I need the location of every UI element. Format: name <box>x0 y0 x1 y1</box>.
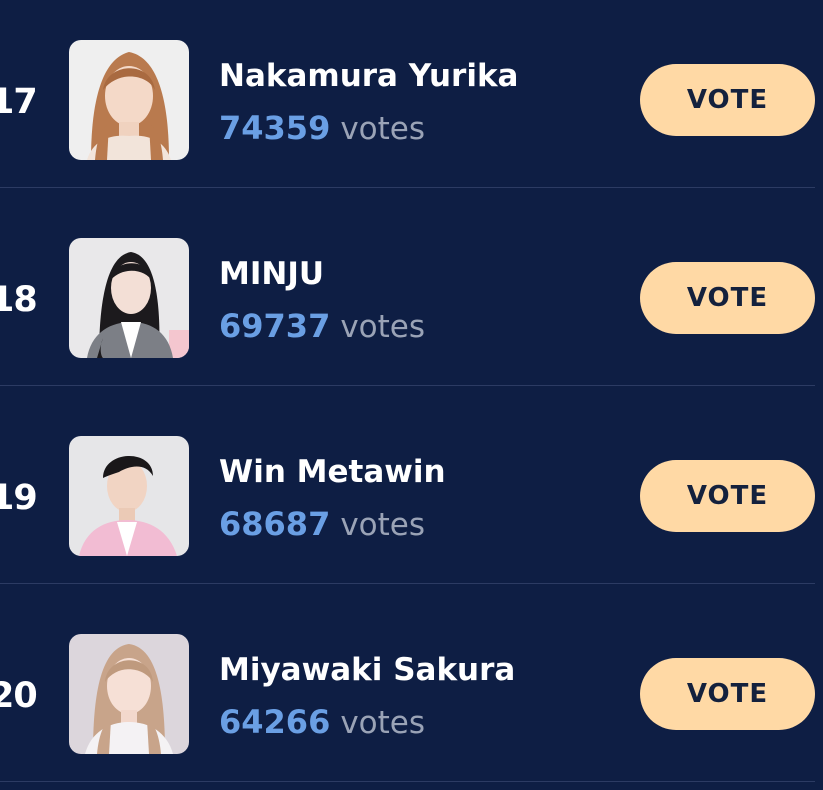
avatar-photo <box>69 40 189 160</box>
vote-stats: 69737 votes <box>219 306 425 352</box>
rank-number: 18 <box>0 280 38 320</box>
ranking-row: 20 Miyawaki Sakura 64266 votes VOTE <box>0 594 823 790</box>
votes-label: votes <box>340 705 426 741</box>
vote-count: 68687 <box>219 505 331 543</box>
avatar-photo <box>69 436 189 556</box>
ranking-row: 19 Win Metawin 68687 votes VOTE <box>0 396 823 594</box>
vote-count: 64266 <box>219 703 331 741</box>
vote-button[interactable]: VOTE <box>640 64 815 136</box>
ranking-list: 17 Nakamura Yurika 74359 votes VOTE 18 M… <box>0 0 823 790</box>
vote-stats: 64266 votes <box>219 702 425 748</box>
vote-stats: 68687 votes <box>219 504 425 550</box>
rank-number: 17 <box>0 82 38 122</box>
vote-button[interactable]: VOTE <box>640 658 815 730</box>
divider <box>0 781 815 782</box>
vote-count: 74359 <box>219 109 331 147</box>
votes-label: votes <box>340 309 426 345</box>
divider <box>0 385 815 386</box>
rank-number: 20 <box>0 676 38 716</box>
avatar[interactable] <box>69 634 189 754</box>
avatar[interactable] <box>69 436 189 556</box>
divider <box>0 187 815 188</box>
vote-button[interactable]: VOTE <box>640 460 815 532</box>
contestant-name: Miyawaki Sakura <box>219 652 516 688</box>
vote-stats: 74359 votes <box>219 108 425 154</box>
contestant-name: Nakamura Yurika <box>219 58 519 94</box>
avatar[interactable] <box>69 238 189 358</box>
vote-count: 69737 <box>219 307 331 345</box>
contestant-name: MINJU <box>219 256 325 292</box>
ranking-row: 17 Nakamura Yurika 74359 votes VOTE <box>0 0 823 198</box>
avatar[interactable] <box>69 40 189 160</box>
avatar-photo <box>69 634 189 754</box>
vote-button[interactable]: VOTE <box>640 262 815 334</box>
votes-label: votes <box>340 507 426 543</box>
contestant-name: Win Metawin <box>219 454 446 490</box>
avatar-photo <box>69 238 189 358</box>
votes-label: votes <box>340 111 426 147</box>
rank-number: 19 <box>0 478 38 518</box>
divider <box>0 583 815 584</box>
ranking-row: 18 MINJU 69737 votes VOTE <box>0 198 823 396</box>
